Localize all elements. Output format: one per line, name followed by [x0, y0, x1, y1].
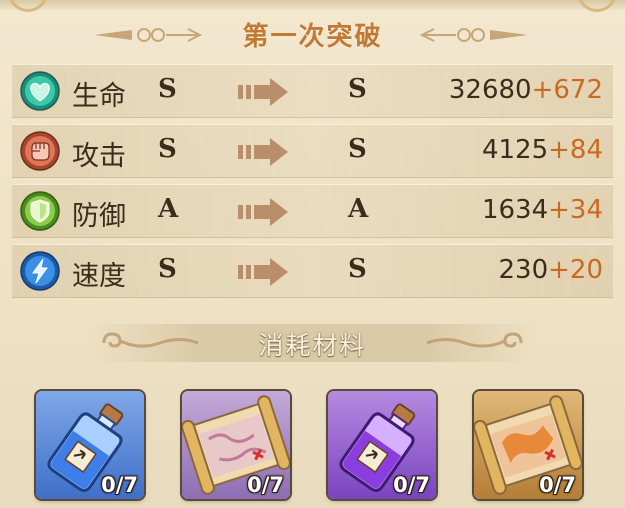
stat-base-value: 32680 [448, 75, 532, 105]
grade-after: S [348, 134, 367, 164]
stat-value-defense: 1634+34 [482, 195, 603, 225]
materials-title: 消耗材料 [258, 331, 367, 360]
stat-label-defense: 防御 [72, 201, 126, 232]
fist-icon [20, 131, 60, 171]
right-scroll-ornament-icon [426, 332, 523, 348]
stat-bonus-value: +20 [548, 255, 603, 285]
grade-before: S [158, 134, 177, 164]
material-slot-blue-potion[interactable]: 0/7 [36, 391, 144, 499]
grade-before: S [158, 74, 177, 104]
stat-base-value: 230 [498, 255, 549, 285]
stat-base-value: 1634 [481, 195, 549, 225]
material-slot-purple-map[interactable]: 0/7 [182, 391, 290, 499]
item-count: 0/7 [539, 473, 576, 497]
stat-bonus-value: +84 [548, 135, 603, 165]
item-count: 0/7 [393, 473, 430, 497]
stat-label-hp: 生命 [72, 81, 126, 112]
top-right-ornament [577, 0, 617, 12]
item-count: 0/7 [247, 473, 284, 497]
stat-row-speed: 速度 S S 230+20 [12, 244, 613, 298]
stat-value-speed: 230+20 [498, 255, 603, 285]
arrow-right-icon [238, 138, 288, 166]
stat-row-defense: 防御 A A 1634+34 [12, 184, 613, 238]
stat-base-value: 4125 [481, 135, 549, 165]
stat-row-hp: 生命 S S 32680+672 [12, 64, 613, 118]
item-count: 0/7 [101, 473, 138, 497]
materials-header: 消耗材料 [0, 318, 625, 368]
arrow-right-icon [238, 258, 288, 286]
grade-after: A [348, 194, 369, 224]
arrow-right-icon [238, 78, 288, 106]
arrow-right-icon [238, 198, 288, 226]
stat-label-attack: 攻击 [72, 141, 126, 172]
top-left-ornament [8, 0, 48, 12]
stat-value-hp: 32680+672 [449, 75, 603, 105]
top-border [0, 0, 625, 10]
stat-label-speed: 速度 [72, 261, 126, 292]
panel-header: 第一次突破 [0, 14, 625, 60]
lightning-icon [20, 251, 60, 291]
stat-value-attack: 4125+84 [482, 135, 603, 165]
stat-bonus-value: +672 [531, 75, 603, 105]
grade-after: S [348, 254, 367, 284]
material-slot-purple-potion[interactable]: 0/7 [328, 391, 436, 499]
breakthrough-panel: 第一次突破 生命 S S 32680+672 攻击 S S 4125+84 防御… [0, 0, 625, 508]
grade-after: S [348, 74, 367, 104]
material-slot-orange-map[interactable]: 0/7 [474, 391, 582, 499]
heart-icon [20, 71, 60, 111]
grade-before: A [158, 194, 179, 224]
grade-before: S [158, 254, 177, 284]
shield-icon [20, 191, 60, 231]
page-title: 第一次突破 [242, 22, 383, 52]
stat-bonus-value: +34 [548, 195, 603, 225]
stat-row-attack: 攻击 S S 4125+84 [12, 124, 613, 178]
right-arrow-ornament-icon [420, 28, 528, 42]
